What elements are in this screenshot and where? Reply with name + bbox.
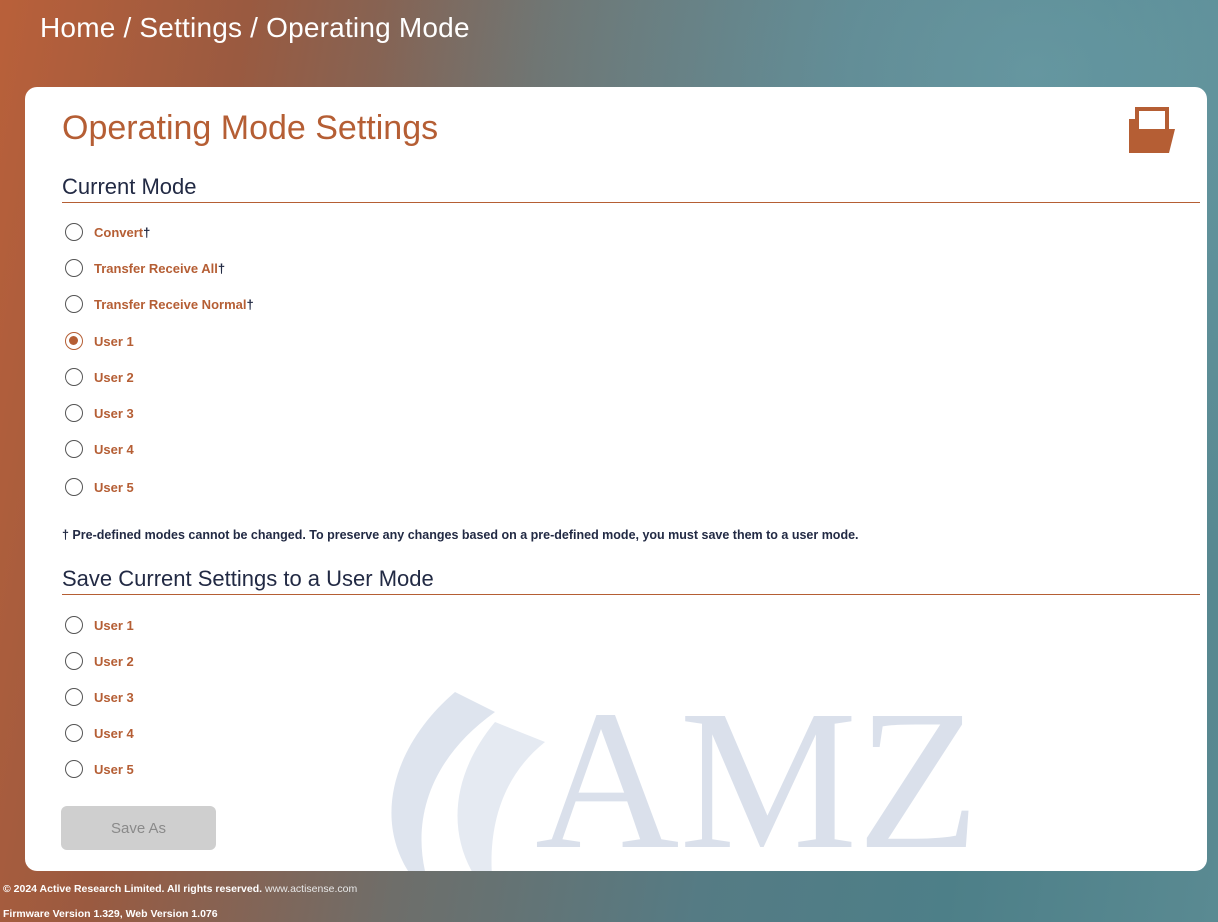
current-mode-option-user-1[interactable]: User 1 <box>65 329 134 353</box>
option-label: Transfer Receive Normal <box>94 296 247 312</box>
radio-button[interactable] <box>65 404 83 422</box>
option-label: User 2 <box>94 653 134 669</box>
save-mode-option-user-3[interactable]: User 3 <box>65 685 134 709</box>
option-label: User 5 <box>94 479 134 495</box>
current-mode-option-convert[interactable]: Convert † <box>65 220 150 244</box>
footer-version: Firmware Version 1.329, Web Version 1.07… <box>3 908 218 920</box>
save-mode-heading: Save Current Settings to a User Mode <box>62 566 1200 595</box>
predefined-modes-note: † Pre-defined modes cannot be changed. T… <box>62 528 859 542</box>
copyright-text: © 2024 Active Research Limited. All righ… <box>3 883 263 895</box>
current-mode-heading: Current Mode <box>62 174 1200 203</box>
radio-button[interactable] <box>65 616 83 634</box>
current-mode-option-user-5[interactable]: User 5 <box>65 475 134 499</box>
radio-button-selected[interactable] <box>65 332 83 350</box>
page-title: Operating Mode Settings <box>62 109 439 147</box>
save-mode-option-user-2[interactable]: User 2 <box>65 649 134 673</box>
radio-button[interactable] <box>65 724 83 742</box>
radio-button[interactable] <box>65 295 83 313</box>
current-mode-option-transfer-receive-all[interactable]: Transfer Receive All † <box>65 256 225 280</box>
folder-open-icon[interactable] <box>1125 105 1177 157</box>
breadcrumb: Home / Settings / Operating Mode <box>40 12 470 43</box>
option-label: User 1 <box>94 333 134 349</box>
current-mode-option-user-3[interactable]: User 3 <box>65 401 134 425</box>
main-panel: AMZ YACHTING Operating Mode Settings Cur… <box>25 87 1207 871</box>
predefined-dagger: † <box>246 296 254 312</box>
radio-button[interactable] <box>65 652 83 670</box>
option-label: User 5 <box>94 761 134 777</box>
watermark-subtext: YACHTING <box>555 862 976 871</box>
watermark-text: AMZ <box>535 670 979 871</box>
radio-button[interactable] <box>65 760 83 778</box>
radio-button[interactable] <box>65 368 83 386</box>
radio-button[interactable] <box>65 440 83 458</box>
save-mode-option-user-1[interactable]: User 1 <box>65 613 134 637</box>
current-mode-option-transfer-receive-normal[interactable]: Transfer Receive Normal † <box>65 292 254 316</box>
option-label: User 4 <box>94 441 134 457</box>
predefined-dagger: † <box>143 224 151 240</box>
current-mode-option-user-2[interactable]: User 2 <box>65 365 134 389</box>
option-label: User 3 <box>94 689 134 705</box>
radio-button[interactable] <box>65 223 83 241</box>
option-label: User 2 <box>94 369 134 385</box>
option-label: User 3 <box>94 405 134 421</box>
radio-button[interactable] <box>65 478 83 496</box>
current-mode-option-user-4[interactable]: User 4 <box>65 437 134 461</box>
predefined-dagger: † <box>217 260 226 276</box>
option-label: Transfer Receive All <box>94 260 218 276</box>
option-label: Convert <box>94 224 144 240</box>
website-link[interactable]: www.actisense.com <box>265 883 357 895</box>
option-label: User 4 <box>94 725 134 741</box>
save-mode-option-user-4[interactable]: User 4 <box>65 721 134 745</box>
footer-copyright: © 2024 Active Research Limited. All righ… <box>3 883 357 895</box>
save-as-button[interactable]: Save As <box>61 806 216 850</box>
amz-yachting-watermark: AMZ YACHTING <box>391 670 979 871</box>
radio-button[interactable] <box>65 259 83 277</box>
radio-button[interactable] <box>65 688 83 706</box>
save-mode-option-user-5[interactable]: User 5 <box>65 757 134 781</box>
option-label: User 1 <box>94 617 134 633</box>
